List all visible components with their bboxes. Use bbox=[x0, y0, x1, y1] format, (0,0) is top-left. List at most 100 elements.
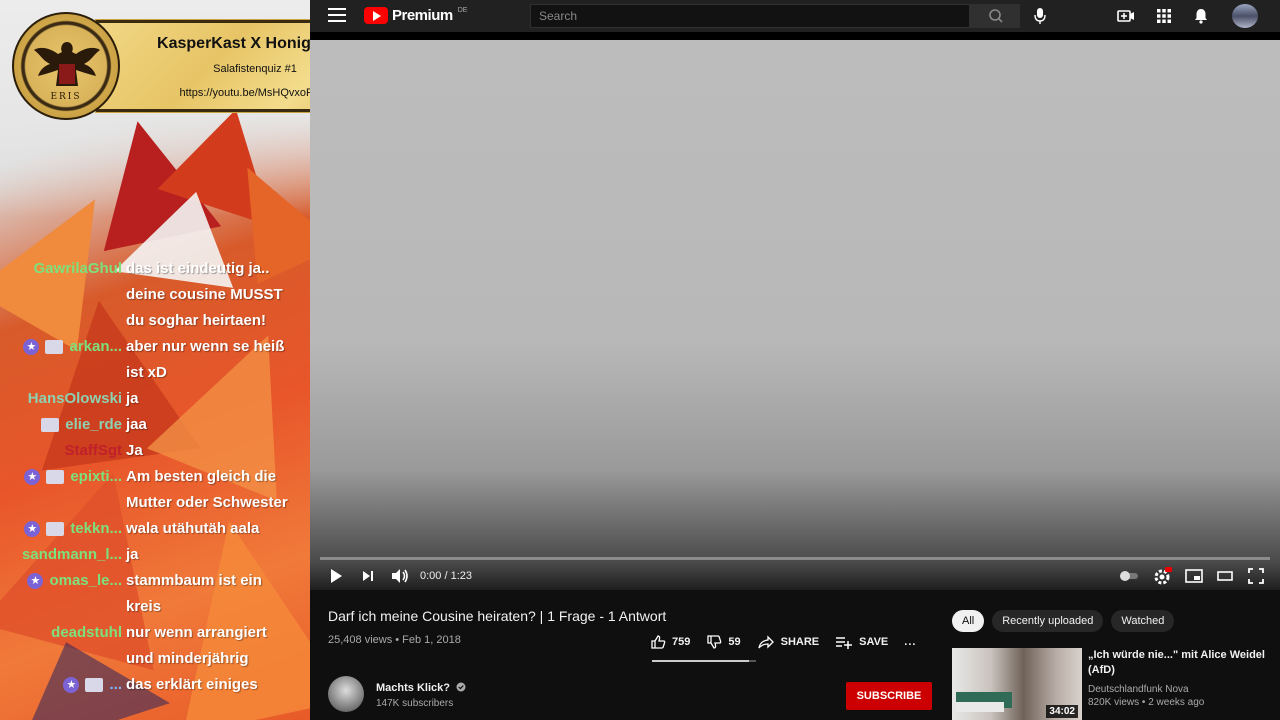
volume-icon[interactable] bbox=[390, 566, 410, 586]
subscriber-badge-icon bbox=[45, 340, 64, 354]
chat-author-name: epixti... bbox=[70, 468, 122, 485]
chat-message: sandmann_l... ja bbox=[0, 542, 310, 568]
playlist-add-icon bbox=[836, 637, 853, 649]
video-duration: 34:02 bbox=[1046, 705, 1078, 718]
recommendation-channel[interactable]: Deutschlandfunk Nova bbox=[1088, 684, 1189, 695]
notifications-bell-icon[interactable] bbox=[1192, 7, 1210, 25]
subscriber-count: 147K subscribers bbox=[376, 698, 454, 709]
filter-chips: All Recently uploaded Watched bbox=[952, 610, 1175, 632]
more-icon: ... bbox=[904, 636, 917, 648]
chat-message-text: Ja bbox=[126, 442, 143, 459]
chat-message: und minderjährig bbox=[0, 646, 310, 672]
create-video-icon[interactable] bbox=[1117, 7, 1135, 25]
channel-name-text: Machts Klick? bbox=[376, 682, 450, 694]
fullscreen-icon[interactable] bbox=[1246, 566, 1266, 586]
search-box bbox=[530, 4, 970, 28]
chat-message: du soghar heirtaen! bbox=[0, 308, 310, 334]
video-meta: 25,408 views • Feb 1, 2018 bbox=[328, 634, 461, 646]
chat-message: kreis bbox=[0, 594, 310, 620]
chat-message: ★ epixti... Am besten gleich die bbox=[0, 464, 310, 490]
chat-author: ★... bbox=[0, 672, 126, 698]
player-controls: 0:00 / 1:23 bbox=[310, 564, 1280, 590]
subscriber-badge-icon bbox=[85, 678, 104, 692]
settings-gear-icon[interactable] bbox=[1152, 566, 1172, 586]
apps-grid-icon[interactable] bbox=[1155, 7, 1173, 25]
save-label: SAVE bbox=[859, 636, 889, 648]
star-badge-icon: ★ bbox=[63, 677, 80, 693]
chat-author bbox=[0, 360, 126, 386]
star-badge-icon: ★ bbox=[27, 573, 44, 589]
chat-message: elie_rde jaa bbox=[0, 412, 310, 438]
chat-author: elie_rde bbox=[0, 412, 126, 438]
share-arrow-icon bbox=[757, 635, 774, 649]
chat-message-text: ist xD bbox=[126, 364, 167, 381]
chat-author-name: sandmann_l... bbox=[21, 546, 122, 563]
search-input[interactable] bbox=[531, 5, 969, 27]
chat-list: GawrilaGhul das ist eindeutig ja.. deine c… bbox=[0, 256, 310, 698]
more-actions-button[interactable]: ... bbox=[904, 636, 916, 648]
thumbs-down-icon bbox=[707, 635, 722, 649]
chat-message: GawrilaGhul das ist eindeutig ja.. bbox=[0, 256, 310, 282]
progress-bar[interactable] bbox=[320, 557, 1270, 560]
chat-message-text: nur wenn arrangiert bbox=[126, 624, 267, 641]
chat-message: deine cousine MUSST bbox=[0, 282, 310, 308]
subscribe-button[interactable]: SUBSCRIBE bbox=[846, 682, 932, 710]
chat-author: ★ arkan... bbox=[0, 334, 126, 360]
chat-message-text: das ist eindeutig ja.. bbox=[126, 260, 270, 277]
video-actions: 759 59 SHARE SAVE ... bbox=[650, 634, 932, 650]
chat-message: StaffSgt Ja bbox=[0, 438, 310, 464]
chat-author: HansOlowski bbox=[0, 386, 126, 412]
chat-message: ★ tekkn... wala utähutäh aala bbox=[0, 516, 310, 542]
chip-all[interactable]: All bbox=[952, 610, 985, 632]
save-button[interactable]: SAVE bbox=[835, 634, 888, 650]
recommendation-title[interactable]: „Ich würde nie..." mit Alice Weidel (AfD… bbox=[1088, 648, 1268, 678]
theater-mode-icon[interactable] bbox=[1215, 566, 1235, 586]
chat-message: ★ omas_le... stammbaum ist ein bbox=[0, 568, 310, 594]
recommendation-meta: 820K views • 2 weeks ago bbox=[1088, 697, 1205, 708]
chip-watched[interactable]: Watched bbox=[1111, 610, 1175, 632]
chat-message-text: Mutter oder Schwester bbox=[126, 494, 288, 511]
chip-recently-uploaded[interactable]: Recently uploaded bbox=[992, 610, 1104, 632]
chat-author: ★ epixti... bbox=[0, 464, 126, 490]
hamburger-menu-icon[interactable] bbox=[328, 8, 346, 22]
chat-author bbox=[0, 594, 126, 620]
chat-message-text: das erklärt einiges bbox=[126, 676, 258, 693]
autoplay-toggle-icon[interactable] bbox=[1118, 566, 1140, 586]
account-avatar[interactable] bbox=[1232, 4, 1258, 28]
video-player[interactable]: 0:00 / 1:23 bbox=[310, 40, 1280, 590]
youtube-logo[interactable]: Premium DE bbox=[364, 7, 467, 24]
chat-author: sandmann_l... bbox=[0, 542, 126, 568]
chat-message-text: Am besten gleich die bbox=[126, 468, 277, 485]
chat-message-text: ja bbox=[126, 390, 139, 407]
share-button[interactable]: SHARE bbox=[757, 634, 820, 650]
thumbnail-banner-strip bbox=[956, 702, 1004, 712]
time-display: 0:00 / 1:23 bbox=[420, 570, 472, 582]
player-top-strip bbox=[310, 32, 1280, 40]
play-icon[interactable] bbox=[328, 566, 344, 586]
chat-message-text: kreis bbox=[126, 598, 162, 615]
chat-message: HansOlowski ja bbox=[0, 386, 310, 412]
chat-message-text: aber nur wenn se heiß bbox=[126, 338, 285, 355]
like-count: 759 bbox=[672, 636, 691, 648]
chat-author: ★ omas_le... bbox=[0, 568, 126, 594]
channel-name[interactable]: Machts Klick? bbox=[376, 682, 466, 694]
chat-author-name: elie_rde bbox=[65, 416, 122, 433]
dislike-button[interactable]: 59 bbox=[706, 634, 741, 650]
chat-message-text: ja bbox=[126, 546, 139, 563]
chat-author: GawrilaGhul bbox=[0, 256, 126, 282]
next-icon[interactable] bbox=[360, 566, 376, 586]
microphone-icon[interactable] bbox=[1032, 7, 1048, 25]
like-button[interactable]: 759 bbox=[650, 634, 690, 650]
recommendation-thumbnail[interactable]: 34:02 bbox=[952, 648, 1082, 720]
eris-seal-logo: ERIS bbox=[12, 12, 120, 120]
chat-author-name: arkan... bbox=[69, 338, 122, 355]
chat-author-name: HansOlowski bbox=[27, 390, 122, 407]
miniplayer-icon[interactable] bbox=[1184, 566, 1204, 586]
recommendations-sidebar: All Recently uploaded Watched 34:02 „Ich… bbox=[950, 590, 1280, 720]
share-label: SHARE bbox=[780, 636, 820, 648]
search-button[interactable] bbox=[970, 4, 1020, 28]
channel-avatar[interactable] bbox=[328, 676, 364, 712]
subscriber-badge-icon bbox=[46, 522, 65, 536]
chat-author-name: tekkn... bbox=[70, 520, 122, 537]
chat-author bbox=[0, 490, 126, 516]
